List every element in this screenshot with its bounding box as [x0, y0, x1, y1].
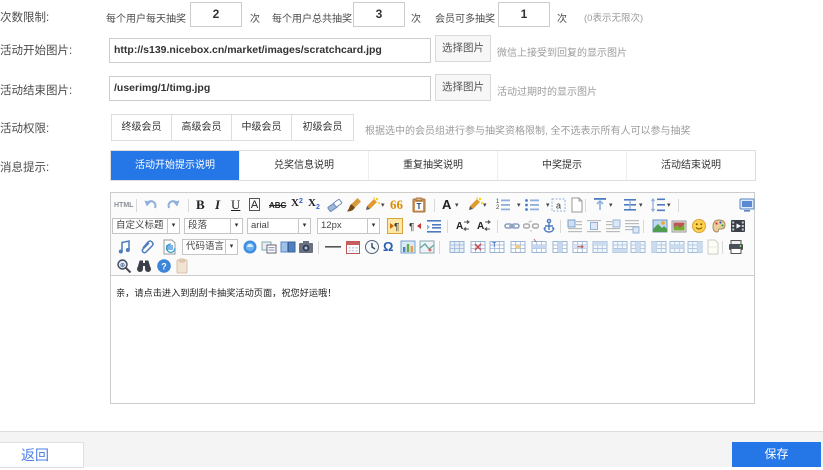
- svg-text:¶: ¶: [409, 222, 414, 233]
- svg-text:A: A: [477, 221, 484, 232]
- svg-text:⊕: ⊕: [120, 263, 125, 269]
- svg-text:A: A: [456, 221, 463, 232]
- svg-text:a: a: [556, 201, 561, 211]
- svg-text:?: ?: [161, 262, 167, 272]
- svg-text:2: 2: [496, 205, 500, 211]
- svg-text:T: T: [492, 242, 497, 249]
- svg-text:¶: ¶: [394, 222, 399, 233]
- svg-text:T: T: [417, 202, 422, 211]
